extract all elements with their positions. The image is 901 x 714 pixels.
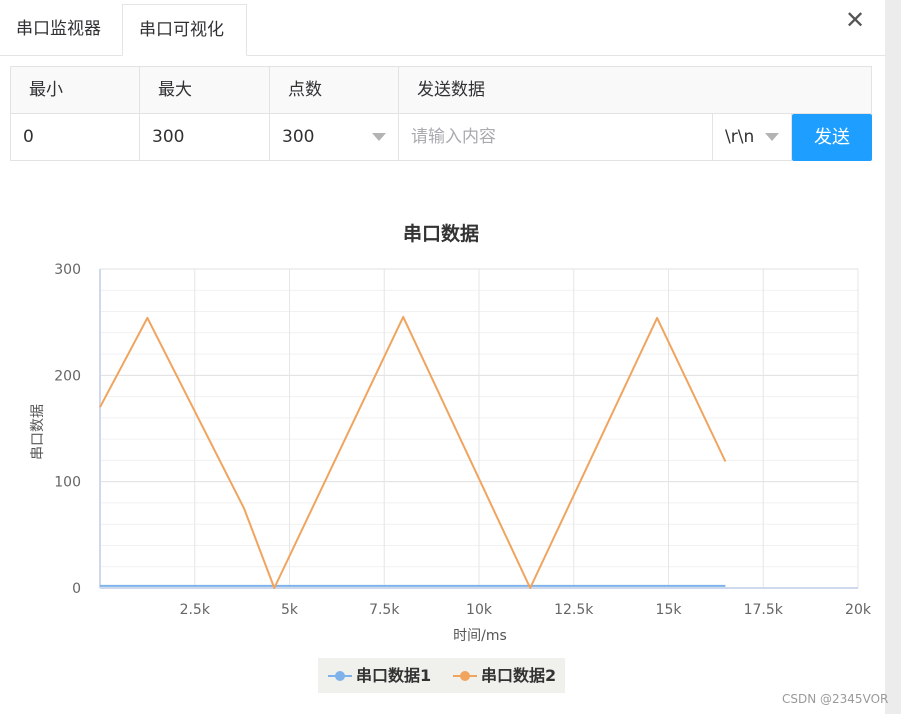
tab-serial-monitor[interactable]: 串口监视器 (0, 4, 122, 55)
x-tick-label: 5k (281, 602, 299, 618)
x-tick-label: 10k (466, 602, 493, 618)
y-tick-label: 200 (54, 368, 81, 384)
y-axis-label: 串口数据 (30, 404, 46, 460)
y-tick-label: 100 (54, 475, 81, 491)
line-ending-value: \r\n (725, 127, 755, 147)
chart-legend: 串口数据1 串口数据2 (318, 658, 565, 693)
x-tick-label: 7.5k (369, 602, 400, 618)
points-select-value: 300 (282, 127, 315, 147)
send-data-header: 发送数据 (398, 66, 872, 114)
min-header: 最小 (10, 66, 140, 114)
legend-item-series2[interactable]: 串口数据2 (453, 658, 556, 693)
legend-item-series1[interactable]: 串口数据1 (328, 658, 431, 693)
max-header: 最大 (139, 66, 270, 114)
tab-serial-visualize[interactable]: 串口可视化 (122, 4, 247, 56)
y-axis-ticks: 0 100 200 300 (54, 262, 81, 597)
close-icon[interactable]: ✕ (843, 6, 867, 34)
send-data-input[interactable]: 请输入内容 (398, 113, 713, 161)
x-tick-label: 2.5k (180, 602, 211, 618)
max-input[interactable]: 300 (139, 113, 270, 161)
legend-label-series2: 串口数据2 (481, 666, 557, 685)
window-edge (885, 0, 901, 714)
legend-dot-icon (335, 671, 345, 681)
x-tick-label: 17.5k (744, 602, 784, 618)
x-axis-ticks: 2.5k 5k 7.5k 10k 12.5k 15k 17.5k 20k (180, 602, 872, 618)
x-tick-label: 15k (656, 602, 683, 618)
series-line-2 (99, 315, 727, 589)
chart-grid (99, 268, 859, 589)
chevron-down-icon (765, 133, 779, 141)
x-axis-label: 时间/ms (453, 628, 507, 644)
chart-series (99, 315, 727, 589)
tab-bar: 串口监视器 串口可视化 (0, 0, 885, 56)
x-tick-label: 12.5k (554, 602, 594, 618)
y-tick-label: 300 (54, 262, 81, 278)
chevron-down-icon (372, 133, 386, 141)
watermark: CSDN @2345VOR (782, 692, 889, 706)
points-header: 点数 (269, 66, 399, 114)
y-tick-label: 0 (72, 581, 81, 597)
points-select[interactable]: 300 (269, 113, 399, 161)
chart-title: 串口数据 (403, 222, 479, 245)
min-input[interactable]: 0 (10, 113, 140, 161)
legend-dot-icon (460, 671, 470, 681)
line-ending-select[interactable]: \r\n (712, 113, 792, 161)
serial-data-chart: 串口数据 0 100 200 300 2.5k 5k 7.5k 10k 12.5k 15k 17.… (30, 222, 872, 644)
x-tick-label: 20k (845, 602, 872, 618)
legend-label-series1: 串口数据1 (356, 666, 432, 685)
send-button[interactable]: 发送 (792, 114, 872, 161)
